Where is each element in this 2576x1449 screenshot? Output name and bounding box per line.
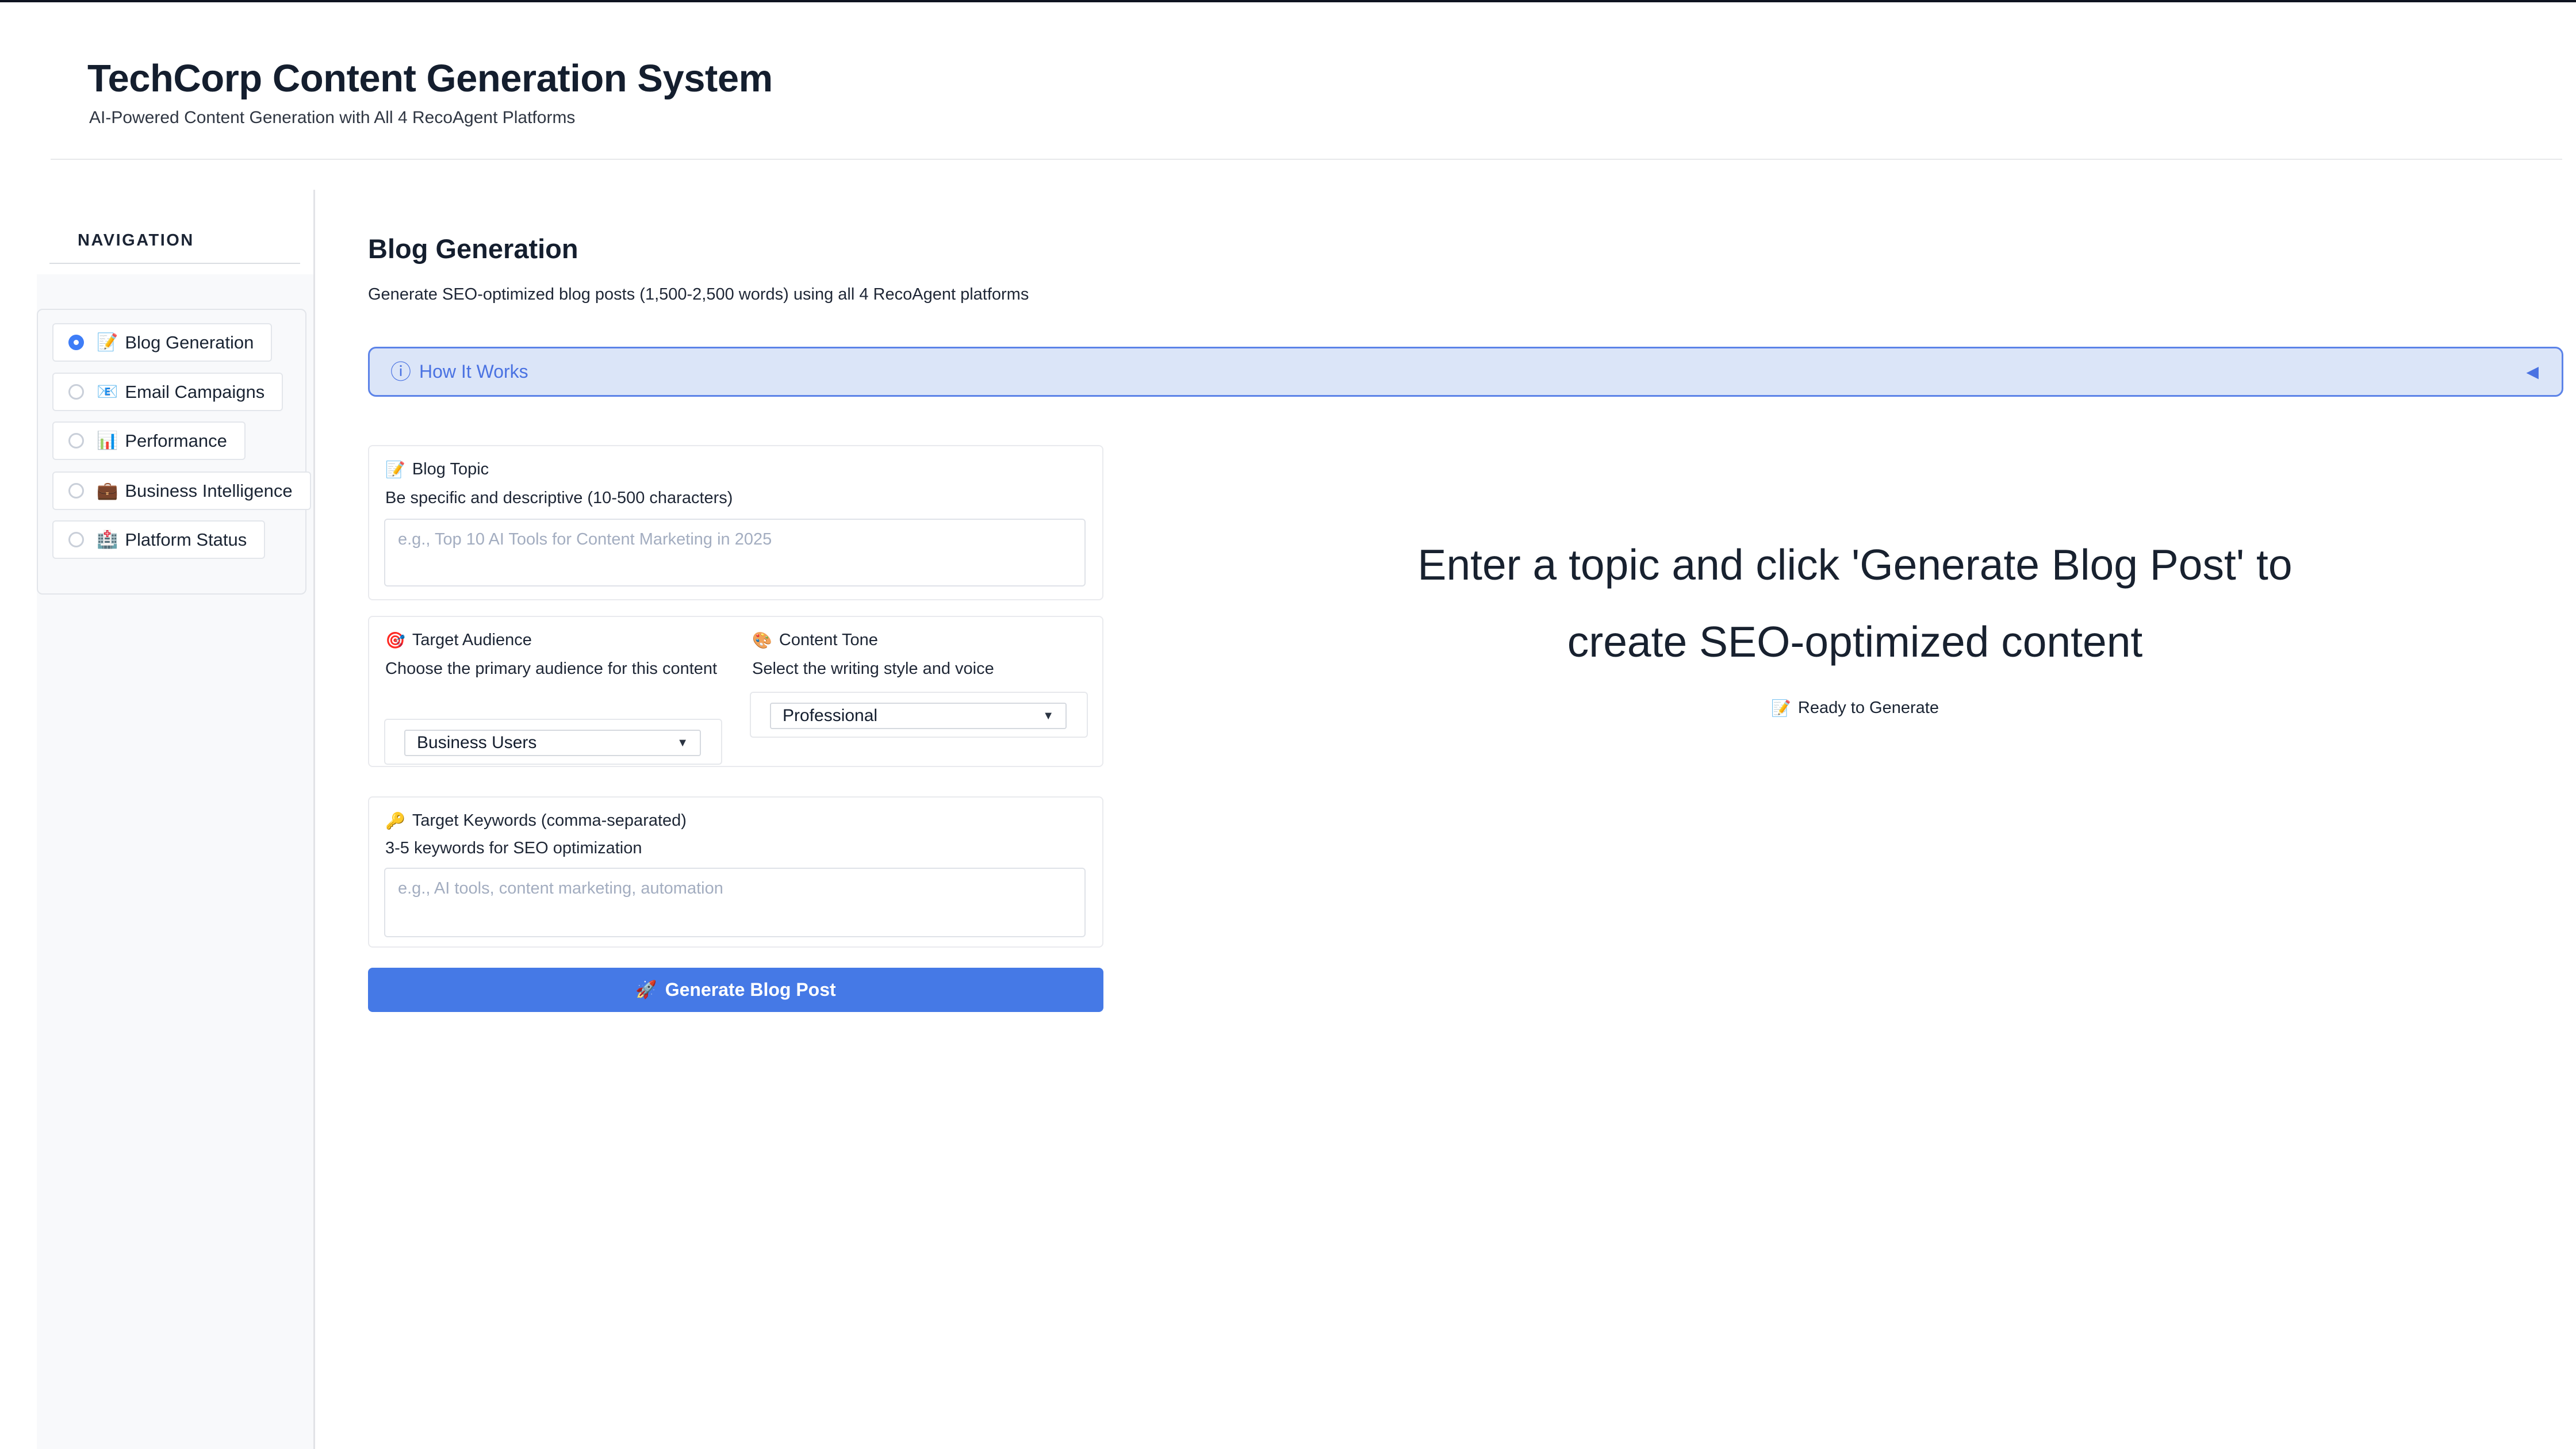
email-icon: 📧: [97, 384, 118, 401]
page-subtitle: Generate SEO-optimized blog posts (1,500…: [368, 285, 1029, 304]
sidebar-item-label: Blog Generation: [125, 332, 254, 353]
blog-topic-group: 📝 Blog Topic Be specific and descriptive…: [368, 445, 1103, 600]
info-icon: ⓘ: [390, 362, 411, 382]
blog-topic-label-row: 📝 Blog Topic: [385, 460, 489, 479]
sidebar-item-performance[interactable]: 📊 Performance: [52, 421, 246, 460]
content-tone-label-row: 🎨 Content Tone: [752, 631, 878, 650]
target-icon: 🎯: [385, 632, 405, 649]
audience-select[interactable]: Business Users ▼: [404, 730, 701, 756]
rocket-icon: 🚀: [635, 982, 657, 999]
target-audience-help: Choose the primary audience for this con…: [385, 655, 719, 683]
key-icon: 🔑: [385, 813, 405, 829]
sidebar-item-label: Email Campaigns: [125, 382, 264, 402]
sidebar-item-email-campaigns[interactable]: 📧 Email Campaigns: [52, 373, 283, 411]
radio-unselected-icon[interactable]: [68, 433, 84, 448]
blog-topic-input[interactable]: [384, 519, 1086, 586]
radio-unselected-icon[interactable]: [68, 384, 84, 400]
briefcase-icon: 💼: [97, 482, 118, 500]
header-divider: [51, 159, 2562, 160]
audience-select-value: Business Users: [417, 733, 536, 753]
memo-icon: 📝: [97, 334, 118, 351]
hospital-icon: 🏥: [97, 531, 118, 549]
sidebar-item-label: Business Intelligence: [125, 481, 292, 501]
collapse-arrow-icon[interactable]: ◀: [2526, 364, 2539, 380]
sidebar-item-business-intelligence[interactable]: 💼 Business Intelligence: [52, 471, 311, 510]
page-title: Blog Generation: [368, 233, 578, 264]
radio-selected-icon[interactable]: [68, 335, 84, 350]
result-placeholder-headline: Enter a topic and click 'Generate Blog P…: [1194, 526, 2516, 680]
content-tone-help: Select the writing style and voice: [752, 655, 994, 683]
audience-tone-group: 🎯 Target Audience Choose the primary aud…: [368, 616, 1103, 767]
expander-label: How It Works: [419, 361, 528, 382]
blog-topic-label: Blog Topic: [412, 460, 489, 479]
target-audience-label: Target Audience: [412, 631, 532, 650]
bar-chart-icon: 📊: [97, 432, 118, 450]
keywords-group: 🔑 Target Keywords (comma-separated) 3-5 …: [368, 796, 1103, 948]
sidebar-item-platform-status[interactable]: 🏥 Platform Status: [52, 520, 265, 559]
window-top-edge: [0, 0, 2576, 2]
chevron-down-icon: ▼: [677, 737, 688, 749]
tone-select-value: Professional: [783, 706, 877, 726]
app-subtitle: AI-Powered Content Generation with All 4…: [89, 108, 575, 128]
palette-icon: 🎨: [752, 632, 772, 649]
how-it-works-expander[interactable]: ⓘ How It Works ◀: [368, 347, 2563, 397]
keywords-label: Target Keywords (comma-separated): [412, 811, 687, 830]
sidebar-main-divider: [313, 190, 315, 1449]
keywords-input[interactable]: [384, 868, 1086, 937]
sidebar-divider: [49, 263, 300, 264]
tone-select-container: Professional ▼: [750, 692, 1088, 738]
generate-button-label: Generate Blog Post: [665, 979, 836, 1000]
memo-icon: 📝: [385, 462, 405, 478]
sidebar-item-label: Platform Status: [125, 530, 247, 550]
ready-status-label: Ready to Generate: [1798, 699, 1939, 718]
sidebar-item-label: Performance: [125, 431, 227, 451]
keywords-label-row: 🔑 Target Keywords (comma-separated): [385, 811, 687, 830]
audience-select-container: Business Users ▼: [384, 719, 722, 765]
content-tone-label: Content Tone: [779, 631, 878, 650]
ready-status: 📝 Ready to Generate: [1194, 699, 2516, 718]
keywords-help: 3-5 keywords for SEO optimization: [385, 834, 642, 862]
app-title: TechCorp Content Generation System: [87, 56, 773, 101]
generate-blog-post-button[interactable]: 🚀 Generate Blog Post: [368, 968, 1103, 1012]
memo-icon: 📝: [1771, 700, 1791, 716]
radio-unselected-icon[interactable]: [68, 532, 84, 547]
target-audience-label-row: 🎯 Target Audience: [385, 631, 532, 650]
sidebar-caption: NAVIGATION: [78, 231, 194, 250]
blog-topic-help: Be specific and descriptive (10-500 char…: [385, 484, 733, 512]
tone-select[interactable]: Professional ▼: [770, 703, 1067, 729]
sidebar-item-blog-generation[interactable]: 📝 Blog Generation: [52, 323, 272, 362]
chevron-down-icon: ▼: [1042, 710, 1054, 722]
radio-unselected-icon[interactable]: [68, 483, 84, 499]
